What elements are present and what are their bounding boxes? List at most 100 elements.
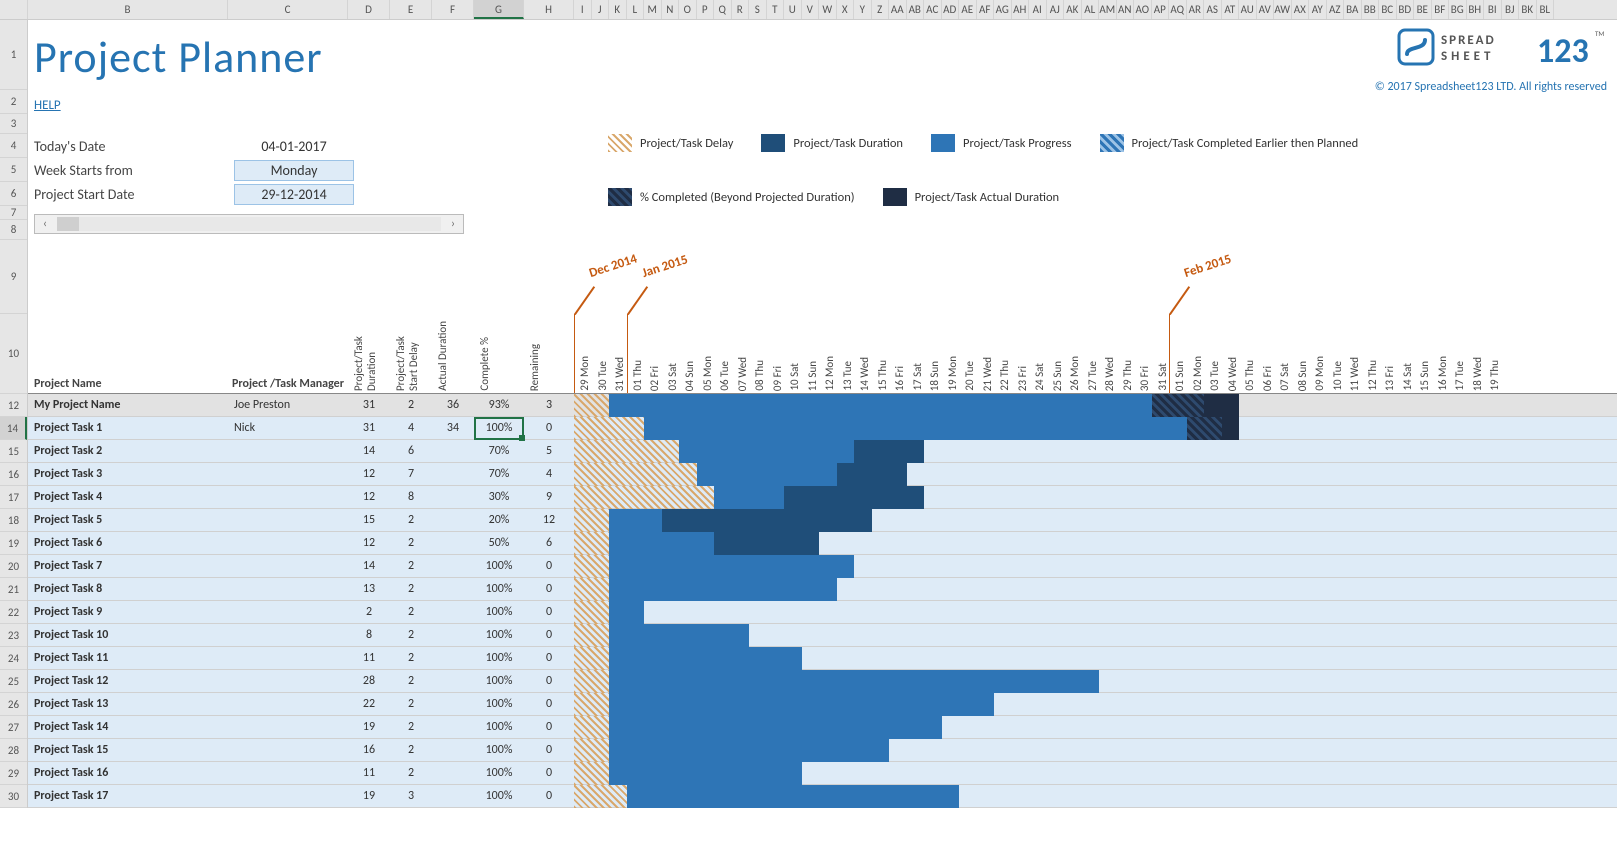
cell[interactable]: 100% — [474, 559, 524, 573]
column-header-AL[interactable]: AL — [1082, 0, 1100, 19]
column-header-AX[interactable]: AX — [1292, 0, 1310, 19]
cell[interactable]: 31 — [348, 421, 390, 435]
column-header-BD[interactable]: BD — [1397, 0, 1415, 19]
table-row[interactable]: Project Task 1082100%0 — [28, 624, 1617, 647]
column-header-M[interactable]: M — [644, 0, 662, 19]
table-row[interactable]: Project Task 16112100%0 — [28, 762, 1617, 785]
column-header-BC[interactable]: BC — [1379, 0, 1397, 19]
row-header-30[interactable]: 30 — [0, 785, 27, 808]
cell[interactable]: 0 — [524, 743, 574, 757]
cell[interactable]: Project Task 8 — [28, 582, 228, 596]
column-header-AT[interactable]: AT — [1222, 0, 1240, 19]
cell[interactable]: 0 — [524, 766, 574, 780]
column-header-AP[interactable]: AP — [1152, 0, 1170, 19]
cell[interactable]: 0 — [524, 421, 574, 435]
column-header-BB[interactable]: BB — [1362, 0, 1380, 19]
row-header-21[interactable]: 21 — [0, 578, 27, 601]
cell[interactable]: 5 — [524, 444, 574, 458]
column-header-C[interactable]: C — [228, 0, 348, 19]
table-row[interactable]: Project Task 922100%0 — [28, 601, 1617, 624]
cell[interactable]: 100% — [474, 766, 524, 780]
cell[interactable]: 3 — [390, 789, 432, 803]
cell[interactable]: 14 — [348, 444, 390, 458]
cell[interactable]: Project Task 4 — [28, 490, 228, 504]
cell[interactable]: 6 — [524, 536, 574, 550]
scroll-left-icon[interactable]: ‹ — [35, 217, 55, 231]
column-header-AB[interactable]: AB — [907, 0, 925, 19]
row-header-14[interactable]: 14 — [0, 417, 27, 440]
cell[interactable]: 100% — [474, 743, 524, 757]
row-header-26[interactable]: 26 — [0, 693, 27, 716]
column-header-BH[interactable]: BH — [1467, 0, 1485, 19]
column-header-AW[interactable]: AW — [1274, 0, 1292, 19]
column-header-BL[interactable]: BL — [1537, 0, 1555, 19]
cell[interactable]: Project Task 16 — [28, 766, 228, 780]
cell[interactable]: 100% — [474, 421, 524, 435]
help-link[interactable]: HELP — [34, 98, 61, 113]
column-header-BI[interactable]: BI — [1484, 0, 1502, 19]
column-header-AN[interactable]: AN — [1117, 0, 1135, 19]
cell[interactable]: Project Task 11 — [28, 651, 228, 665]
today-value[interactable]: 04-01-2017 — [234, 138, 354, 155]
column-header-Y[interactable]: Y — [854, 0, 872, 19]
cell[interactable]: 8 — [348, 628, 390, 642]
column-header-F[interactable]: F — [432, 0, 474, 19]
cell[interactable]: Project Task 9 — [28, 605, 228, 619]
cell[interactable]: Project Task 7 — [28, 559, 228, 573]
cell[interactable]: 11 — [348, 651, 390, 665]
cell[interactable]: 12 — [348, 490, 390, 504]
cell[interactable]: 0 — [524, 559, 574, 573]
row-header-9[interactable]: 9 — [0, 240, 27, 314]
cell[interactable]: 12 — [348, 467, 390, 481]
row-header-16[interactable]: 16 — [0, 463, 27, 486]
column-header-AC[interactable]: AC — [924, 0, 942, 19]
column-header-AR[interactable]: AR — [1187, 0, 1205, 19]
column-header-BJ[interactable]: BJ — [1502, 0, 1520, 19]
column-header-AY[interactable]: AY — [1309, 0, 1327, 19]
row-header-27[interactable]: 27 — [0, 716, 27, 739]
row-headers[interactable]: 1234567891012141516171819202122232425262… — [0, 20, 28, 808]
cell[interactable]: 2 — [390, 536, 432, 550]
column-header-E[interactable]: E — [390, 0, 432, 19]
row-header-10[interactable]: 10 — [0, 314, 27, 394]
cell[interactable]: 93% — [474, 398, 524, 412]
cell[interactable]: 9 — [524, 490, 574, 504]
cell[interactable]: 100% — [474, 674, 524, 688]
row-header-15[interactable]: 15 — [0, 440, 27, 463]
row-header-1[interactable]: 1 — [0, 20, 27, 90]
cell[interactable]: Project Task 13 — [28, 697, 228, 711]
cell[interactable]: 0 — [524, 628, 574, 642]
cell[interactable]: 2 — [390, 582, 432, 596]
row-header-4[interactable]: 4 — [0, 134, 27, 158]
column-header-R[interactable]: R — [732, 0, 750, 19]
cell[interactable]: 13 — [348, 582, 390, 596]
row-header-17[interactable]: 17 — [0, 486, 27, 509]
cell[interactable]: 2 — [348, 605, 390, 619]
column-header-AK[interactable]: AK — [1064, 0, 1082, 19]
column-header-T[interactable]: T — [767, 0, 785, 19]
column-header-N[interactable]: N — [662, 0, 680, 19]
table-row[interactable]: Project Task 11112100%0 — [28, 647, 1617, 670]
row-header-22[interactable]: 22 — [0, 601, 27, 624]
column-header-AQ[interactable]: AQ — [1169, 0, 1187, 19]
column-header-I[interactable]: I — [574, 0, 592, 19]
column-header-BE[interactable]: BE — [1414, 0, 1432, 19]
cell[interactable]: Project Task 6 — [28, 536, 228, 550]
row-header-19[interactable]: 19 — [0, 532, 27, 555]
column-header-AF[interactable]: AF — [977, 0, 995, 19]
column-header-J[interactable]: J — [592, 0, 610, 19]
date-scroll[interactable]: ‹ › — [34, 214, 464, 234]
row-header-20[interactable]: 20 — [0, 555, 27, 578]
cell[interactable]: 0 — [524, 720, 574, 734]
column-header-B[interactable]: B — [28, 0, 228, 19]
cell[interactable]: 0 — [524, 697, 574, 711]
row-header-25[interactable]: 25 — [0, 670, 27, 693]
column-header-X[interactable]: X — [837, 0, 855, 19]
cell[interactable]: 12 — [524, 513, 574, 527]
cell[interactable]: 2 — [390, 398, 432, 412]
start-date-value[interactable]: 29-12-2014 — [234, 184, 354, 205]
cell[interactable]: 14 — [348, 559, 390, 573]
row-header-2[interactable]: 2 — [0, 90, 27, 114]
cell[interactable]: Project Task 1 — [28, 421, 228, 435]
column-header-AV[interactable]: AV — [1257, 0, 1275, 19]
